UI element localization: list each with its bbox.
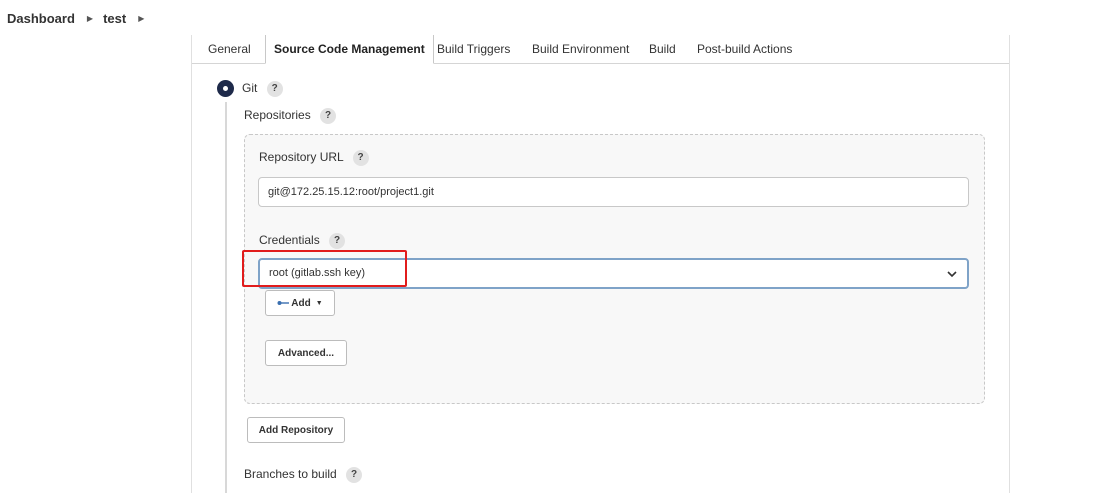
repository-url-input[interactable]: git@172.25.15.12:root/project1.git — [258, 177, 969, 207]
help-icon[interactable]: ? — [352, 150, 369, 166]
add-label: Add — [291, 297, 311, 309]
breadcrumb: Dashboard ▶ test ▶ — [0, 0, 1107, 36]
tab-build-triggers[interactable]: Build Triggers — [437, 35, 510, 64]
config-tabs: General Source Code Management Build Tri… — [192, 35, 1009, 64]
branches-label-row: Branches to build ? — [244, 467, 363, 483]
chevron-down-icon — [947, 271, 957, 278]
git-radio[interactable] — [217, 80, 234, 97]
add-repository-button[interactable]: Add Repository — [247, 417, 345, 443]
add-credentials-button[interactable]: Add ▼ — [265, 290, 335, 316]
repository-url-label-row: Repository URL ? — [259, 150, 369, 166]
breadcrumb-test[interactable]: test — [103, 11, 126, 26]
tab-post-build-actions[interactable]: Post-build Actions — [697, 35, 792, 64]
credentials-select[interactable]: root (gitlab.ssh key) — [258, 258, 969, 289]
tab-build[interactable]: Build — [649, 35, 676, 64]
config-panel: General Source Code Management Build Tri… — [191, 35, 1010, 493]
repositories-label-row: Repositories ? — [244, 108, 337, 124]
tab-general[interactable]: General — [208, 35, 251, 64]
key-icon — [277, 301, 290, 305]
breadcrumb-dashboard[interactable]: Dashboard — [7, 11, 75, 26]
branches-to-build-label: Branches to build — [244, 467, 337, 482]
help-icon[interactable]: ? — [346, 467, 363, 483]
repository-url-label: Repository URL — [259, 150, 344, 165]
section-divider — [225, 102, 227, 493]
credentials-label-row: Credentials ? — [259, 233, 346, 249]
credentials-selected-value: root (gitlab.ssh key) — [269, 267, 365, 279]
tab-source-code-management[interactable]: Source Code Management — [265, 35, 434, 64]
git-label: Git — [242, 81, 258, 96]
help-icon[interactable]: ? — [329, 233, 346, 249]
help-icon[interactable]: ? — [320, 108, 337, 124]
advanced-button[interactable]: Advanced... — [265, 340, 347, 366]
git-label-row: Git ? — [242, 81, 283, 97]
credentials-label: Credentials — [259, 233, 320, 248]
breadcrumb-chevron-icon[interactable]: ▶ — [138, 14, 144, 23]
breadcrumb-chevron-icon[interactable]: ▶ — [87, 14, 93, 23]
caret-down-icon: ▼ — [315, 299, 323, 307]
help-icon[interactable]: ? — [266, 81, 283, 97]
tab-build-environment[interactable]: Build Environment — [532, 35, 629, 64]
repositories-label: Repositories — [244, 108, 311, 123]
